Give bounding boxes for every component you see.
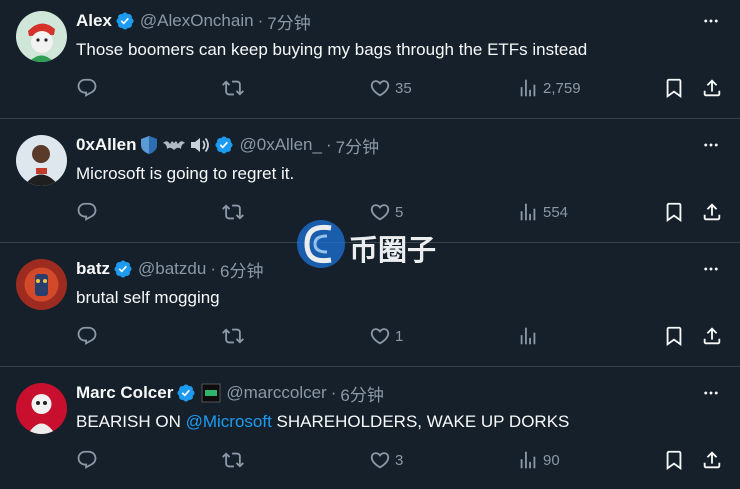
like-count: 35 [395,79,412,97]
tweet-text: brutal self mogging [76,288,220,307]
timestamp[interactable]: 6分钟 [220,257,263,282]
views-button[interactable] [517,325,543,347]
tweet[interactable]: Marc Colcer @marccolcer · 6分钟 BEARISH ON… [0,372,740,489]
speaker-emoji-icon [189,135,211,155]
more-icon[interactable] [700,384,722,402]
bookmark-icon [663,325,685,347]
bookmark-button[interactable] [663,449,685,471]
bookmark-button[interactable] [663,77,685,99]
verified-badge-icon [115,11,135,31]
action-bar: 35 2,759 [76,77,726,99]
tweet-text-part: BEARISH ON [76,412,186,431]
like-icon [369,325,391,347]
separator-dot: · [325,135,332,154]
bookmark-button[interactable] [663,325,685,347]
share-button[interactable] [701,201,723,223]
reply-icon [76,201,98,223]
bookmark-icon [663,449,685,471]
share-icon [701,77,723,99]
share-button[interactable] [701,449,723,471]
share-button[interactable] [701,325,723,347]
verified-badge-icon [113,259,133,279]
retweet-button[interactable] [222,449,244,471]
views-icon [517,449,539,471]
verified-badge-icon [214,135,234,155]
retweet-icon [222,325,244,347]
tweet-text: Microsoft is going to regret it. [76,164,295,183]
reply-button[interactable] [76,77,98,99]
watermark-text: 币圈子 [349,233,437,267]
display-name[interactable]: Alex [76,11,112,31]
watermark: 币圈子 [295,214,445,274]
retweet-button[interactable] [222,325,244,347]
separator-dot: · [330,383,337,402]
like-icon [369,77,391,99]
like-icon [369,449,391,471]
bookmark-icon [663,201,685,223]
reply-button[interactable] [76,201,98,223]
reply-icon [76,325,98,347]
view-count: 2,759 [543,79,581,97]
views-icon [517,77,539,99]
tweet-text: BEARISH ON @Microsoft SHAREHOLDERS, WAKE… [76,410,569,434]
retweet-icon [222,201,244,223]
like-button[interactable]: 3 [369,449,403,471]
timestamp[interactable]: 6分钟 [340,381,383,406]
share-icon [701,449,723,471]
tweet-text-part: SHAREHOLDERS, WAKE UP DORKS [271,412,570,431]
share-icon [701,201,723,223]
avatar[interactable] [16,135,67,186]
profile-badge-icon [201,383,221,403]
action-bar: 3 90 [76,449,726,471]
views-button[interactable]: 2,759 [517,77,581,99]
avatar[interactable] [16,11,67,62]
reply-button[interactable] [76,325,98,347]
like-count: 3 [395,451,404,469]
bookmark-icon [663,77,685,99]
bookmark-button[interactable] [663,201,685,223]
separator-dot: · [257,11,264,30]
like-count: 1 [395,327,404,345]
timestamp[interactable]: 7分钟 [336,133,379,158]
retweet-icon [222,77,244,99]
display-name[interactable]: batz [76,259,110,279]
views-icon [517,325,539,347]
views-icon [517,201,539,223]
tweet[interactable]: Alex @AlexOnchain · 7分钟 Those boomers ca… [0,0,740,119]
mention-link[interactable]: @Microsoft [186,412,272,431]
reply-icon [76,449,98,471]
like-button[interactable]: 35 [369,77,412,99]
view-count: 90 [543,451,560,469]
tweet-text: Those boomers can keep buying my bags th… [76,40,588,59]
separator-dot: · [210,259,216,278]
display-name[interactable]: Marc Colcer [76,383,173,403]
avatar[interactable] [16,383,67,434]
user-handle[interactable]: @batzdu [138,259,206,279]
share-button[interactable] [701,77,723,99]
user-handle[interactable]: @marccolcer [226,383,326,403]
bat-emoji-icon [162,135,186,155]
more-icon[interactable] [700,260,722,278]
reply-button[interactable] [76,449,98,471]
retweet-icon [222,449,244,471]
display-name[interactable]: 0xAllen [76,135,136,155]
retweet-button[interactable] [222,77,244,99]
shield-emoji-icon [139,135,159,155]
share-icon [701,325,723,347]
more-icon[interactable] [700,12,722,30]
views-button[interactable]: 554 [517,201,568,223]
user-handle[interactable]: @0xAllen_ [239,135,321,155]
verified-badge-icon [176,383,196,403]
view-count: 554 [543,203,569,221]
avatar[interactable] [16,259,67,310]
timestamp[interactable]: 7分钟 [267,9,310,34]
user-handle[interactable]: @AlexOnchain [140,11,254,31]
more-icon[interactable] [700,136,722,154]
reply-icon [76,77,98,99]
retweet-button[interactable] [222,201,244,223]
action-bar: 1 [76,325,726,347]
like-button[interactable]: 1 [369,325,403,347]
views-button[interactable]: 90 [517,449,560,471]
